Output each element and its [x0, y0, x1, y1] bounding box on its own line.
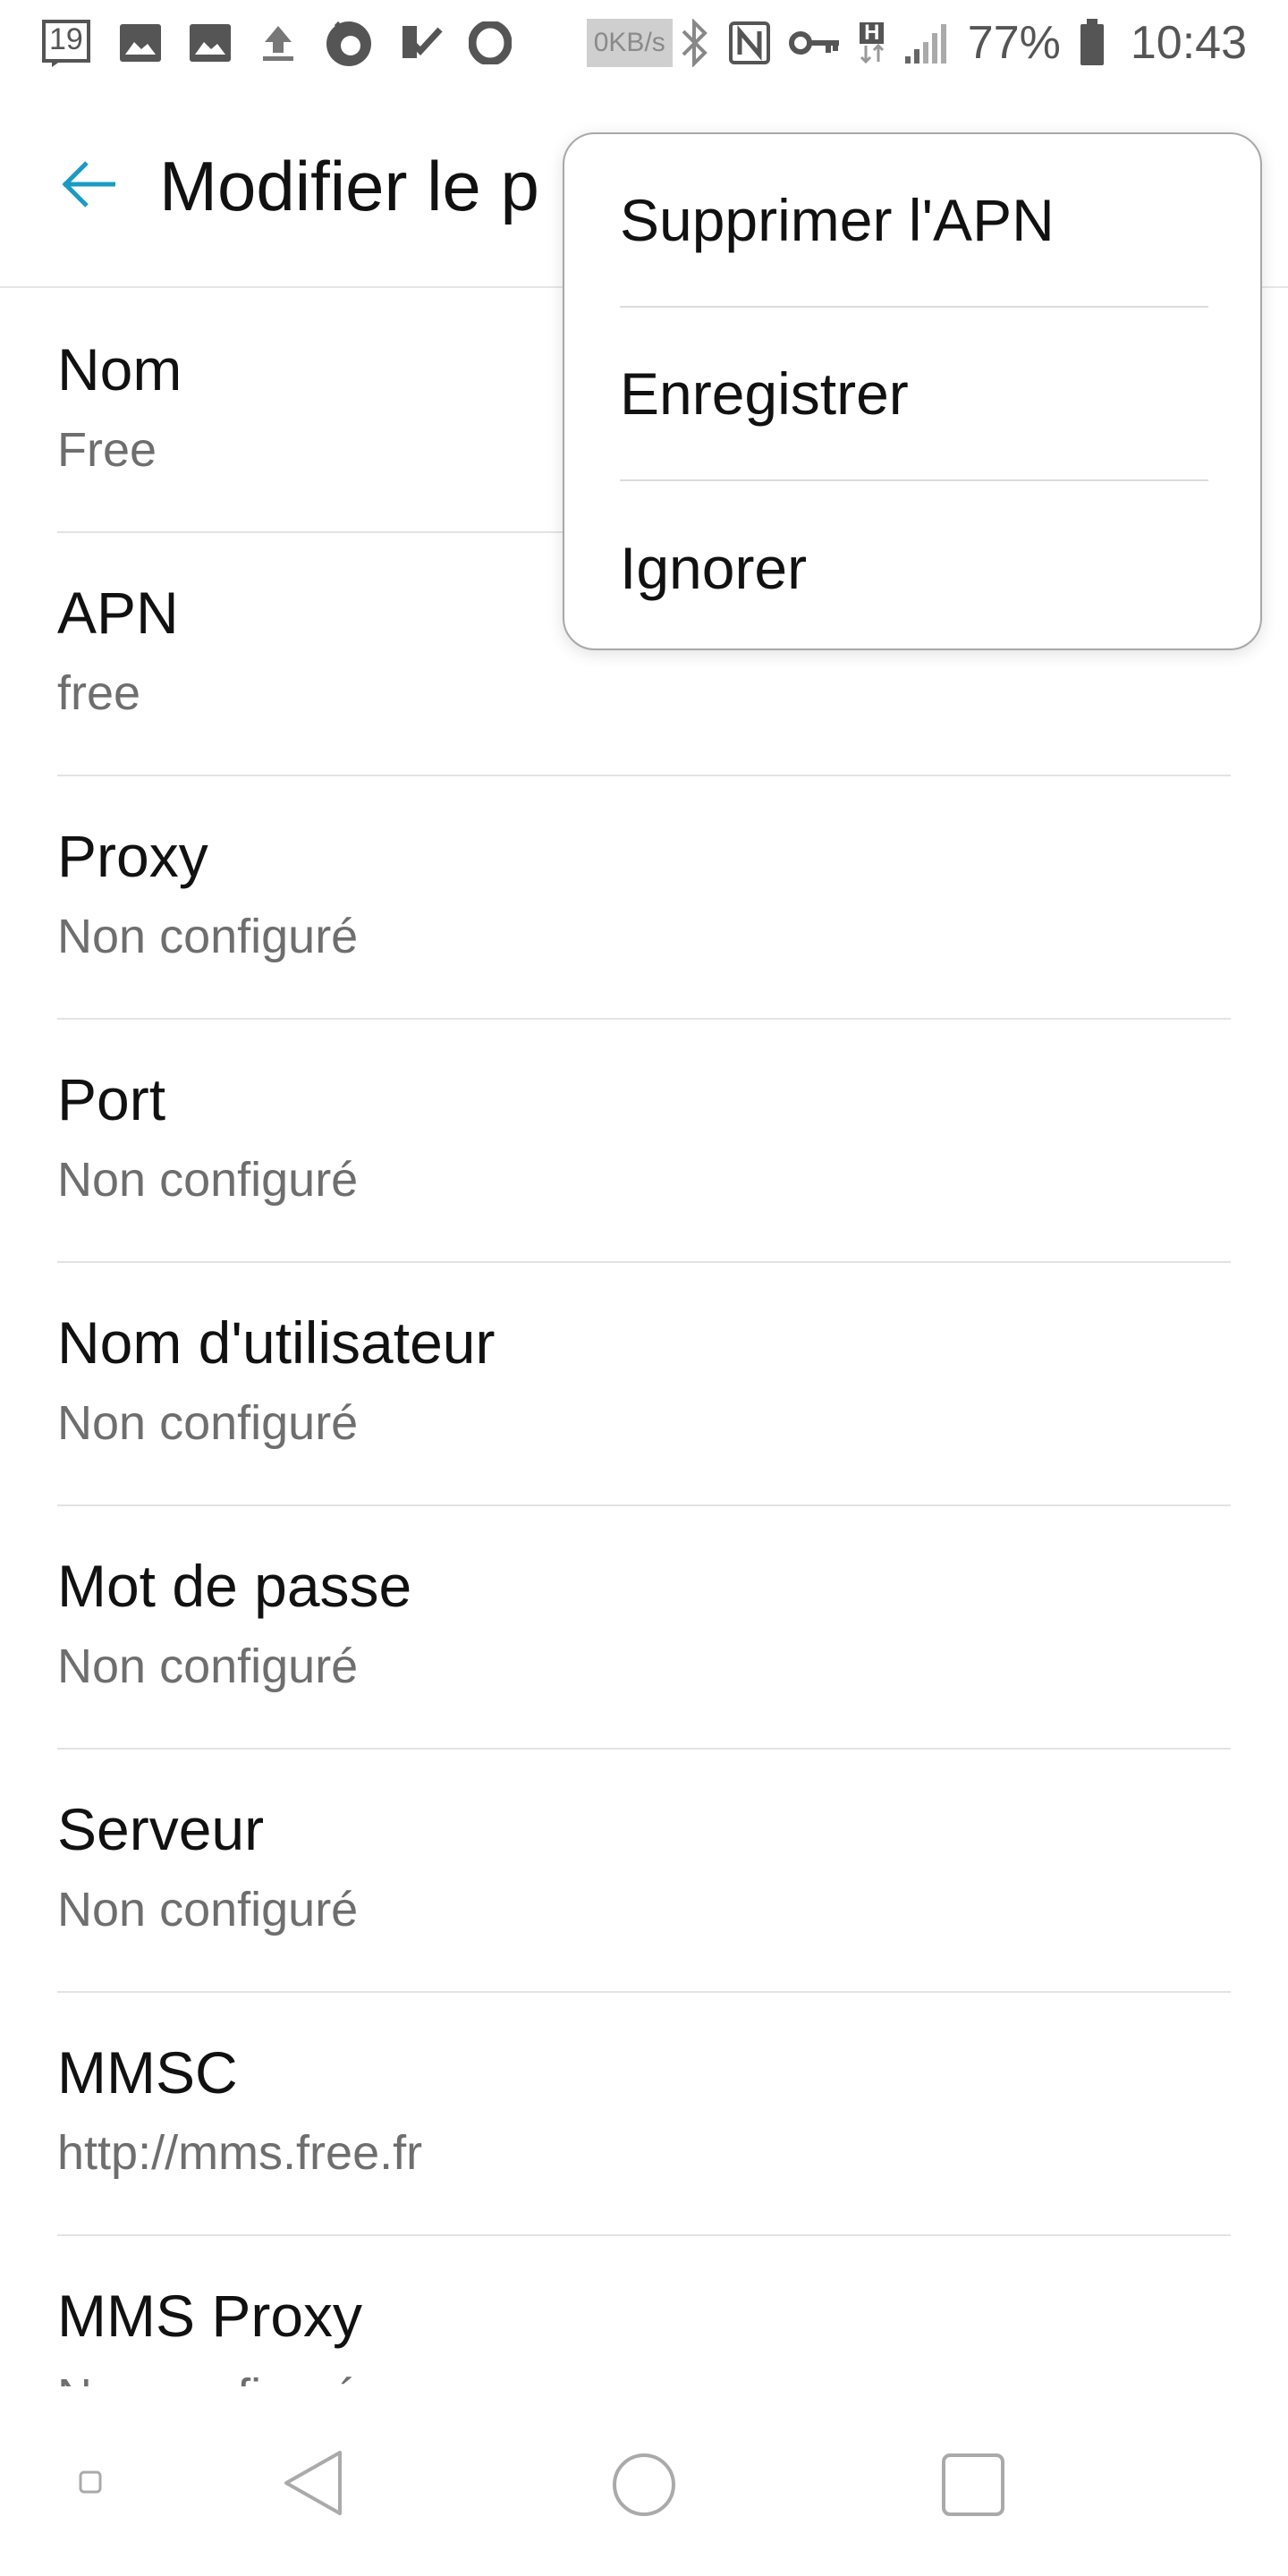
menu-ignore[interactable]: Ignorer — [620, 481, 1208, 655]
nfc-icon — [728, 21, 771, 65]
notification-icons: 19 — [41, 17, 512, 69]
signal-icon — [903, 21, 950, 65]
image-icon — [188, 22, 233, 64]
menu-delete-apn[interactable]: Supprimer l'APN — [620, 134, 1208, 308]
menu-item-label: Enregistrer — [620, 360, 909, 427]
setting-username[interactable]: Nom d'utilisateur Non configuré — [57, 1263, 1231, 1506]
system-icons: 0KB/s H 77% 10:43 — [586, 16, 1247, 70]
setting-title: Mot de passe — [57, 1553, 412, 1619]
nav-back-button[interactable] — [277, 2447, 349, 2519]
upload-icon — [258, 22, 299, 64]
home-circle-icon — [613, 2453, 675, 2516]
setting-value: Non configuré — [57, 1640, 359, 1693]
setting-value: Non configuré — [57, 910, 359, 963]
screen: 19 0KB/s H 77% 10:43 Modifier le p Nom F… — [0, 0, 1288, 2576]
back-arrow-icon — [60, 159, 119, 214]
mobile-data-icon: H — [859, 22, 886, 64]
setting-title: Proxy — [57, 823, 208, 889]
setting-title: Serveur — [57, 1796, 265, 1862]
square-dot-icon — [79, 2470, 102, 2494]
vpn-key-icon — [788, 28, 841, 58]
battery-icon — [1079, 19, 1106, 67]
menu-item-label: Supprimer l'APN — [620, 187, 1055, 253]
calendar-icon: 19 — [41, 17, 93, 69]
setting-password[interactable]: Mot de passe Non configuré — [57, 1506, 1231, 1750]
setting-value: http://mms.free.fr — [57, 2126, 423, 2180]
bluetooth-icon — [680, 19, 710, 67]
back-button[interactable] — [36, 132, 143, 240]
setting-proxy[interactable]: Proxy Non configuré — [57, 776, 1231, 1020]
setting-value: free — [57, 666, 141, 720]
image-icon — [118, 22, 163, 64]
page-title: Modifier le p — [159, 146, 539, 225]
recents-square-icon — [942, 2453, 1004, 2516]
setting-title: Nom d'utilisateur — [57, 1309, 496, 1376]
menu-item-label: Ignorer — [620, 535, 808, 601]
setting-value: Non configuré — [57, 1396, 359, 1450]
clock: 10:43 — [1130, 17, 1247, 69]
status-bar: 19 0KB/s H 77% 10:43 — [0, 0, 1288, 86]
notification-count: 19 — [49, 22, 83, 56]
navigation-bar — [0, 2386, 1288, 2576]
nav-home-button[interactable] — [608, 2449, 680, 2521]
firefox-icon — [324, 18, 374, 68]
setting-title: MMS Proxy — [57, 2283, 363, 2349]
overflow-menu: Supprimer l'APN Enregistrer Ignorer — [563, 132, 1262, 650]
setting-title: MMSC — [57, 2039, 238, 2106]
setting-value: Non configuré — [57, 1883, 359, 1936]
network-type: H — [860, 22, 885, 44]
dot-button[interactable] — [77, 2469, 104, 2496]
network-speed: 0KB/s — [586, 19, 673, 67]
setting-port[interactable]: Port Non configuré — [57, 1020, 1231, 1263]
setting-mmsc[interactable]: MMSC http://mms.free.fr — [57, 1993, 1231, 2236]
opera-icon — [469, 21, 512, 64]
check-app-icon — [399, 22, 444, 64]
menu-save[interactable]: Enregistrer — [620, 308, 1208, 481]
back-triangle-icon — [284, 2451, 342, 2515]
setting-value: Non configuré — [57, 1153, 359, 1207]
battery-percent: 77% — [967, 17, 1061, 69]
setting-title: Port — [57, 1066, 166, 1132]
nav-recents-button[interactable] — [937, 2449, 1009, 2521]
setting-server[interactable]: Serveur Non configuré — [57, 1750, 1231, 1993]
